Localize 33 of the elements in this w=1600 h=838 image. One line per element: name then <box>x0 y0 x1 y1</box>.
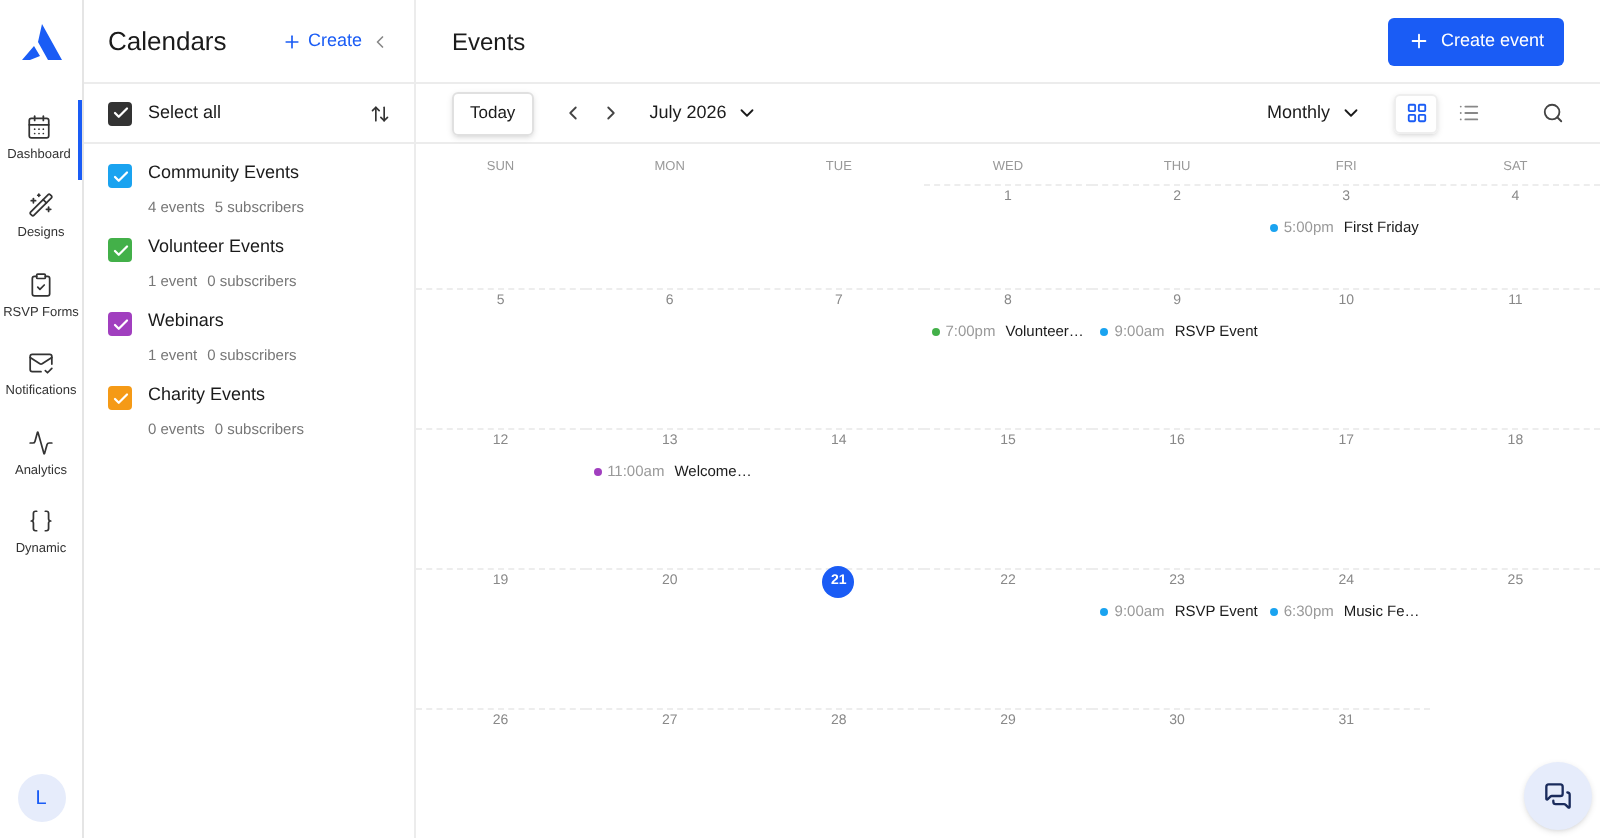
plus-icon <box>281 31 302 51</box>
calendar-name[interactable]: Community Events <box>148 160 304 187</box>
checkbox[interactable] <box>108 101 132 125</box>
nav-icon <box>28 429 54 456</box>
view-mode-dropdown[interactable]: Monthly <box>1266 99 1362 127</box>
checkbox[interactable] <box>108 238 132 262</box>
today-button[interactable]: Today <box>452 91 534 135</box>
logo-icon <box>21 24 61 60</box>
search-icon[interactable] <box>1542 102 1564 124</box>
plus-icon <box>1408 30 1431 52</box>
grid-view-button[interactable] <box>1394 93 1438 133</box>
nav-icon <box>28 350 54 377</box>
nav-icon <box>28 508 54 535</box>
create-link[interactable]: Create <box>281 27 362 55</box>
panel-title: Calendars <box>108 23 227 60</box>
chat-button[interactable] <box>1524 762 1592 830</box>
month-dropdown[interactable]: July 2026 <box>649 99 759 127</box>
calendar-name[interactable]: Charity Events <box>148 382 304 409</box>
chat-icon <box>1544 782 1572 810</box>
nav-icon <box>28 192 54 219</box>
page-title: Events <box>452 25 526 59</box>
grid-icon <box>1405 102 1427 124</box>
calendar-name[interactable]: Volunteer Events <box>148 234 297 261</box>
checkbox[interactable] <box>108 164 132 188</box>
nav-icon <box>28 271 54 298</box>
checkbox[interactable] <box>108 386 132 410</box>
calendar-name[interactable]: Webinars <box>148 308 297 335</box>
checkbox[interactable] <box>108 312 132 336</box>
select-all-label: Select all <box>148 99 222 126</box>
user-avatar[interactable]: L <box>17 774 65 822</box>
nav-icon <box>26 113 52 140</box>
sort-icon[interactable] <box>370 103 390 123</box>
create-event-button[interactable]: Create event <box>1388 17 1564 65</box>
